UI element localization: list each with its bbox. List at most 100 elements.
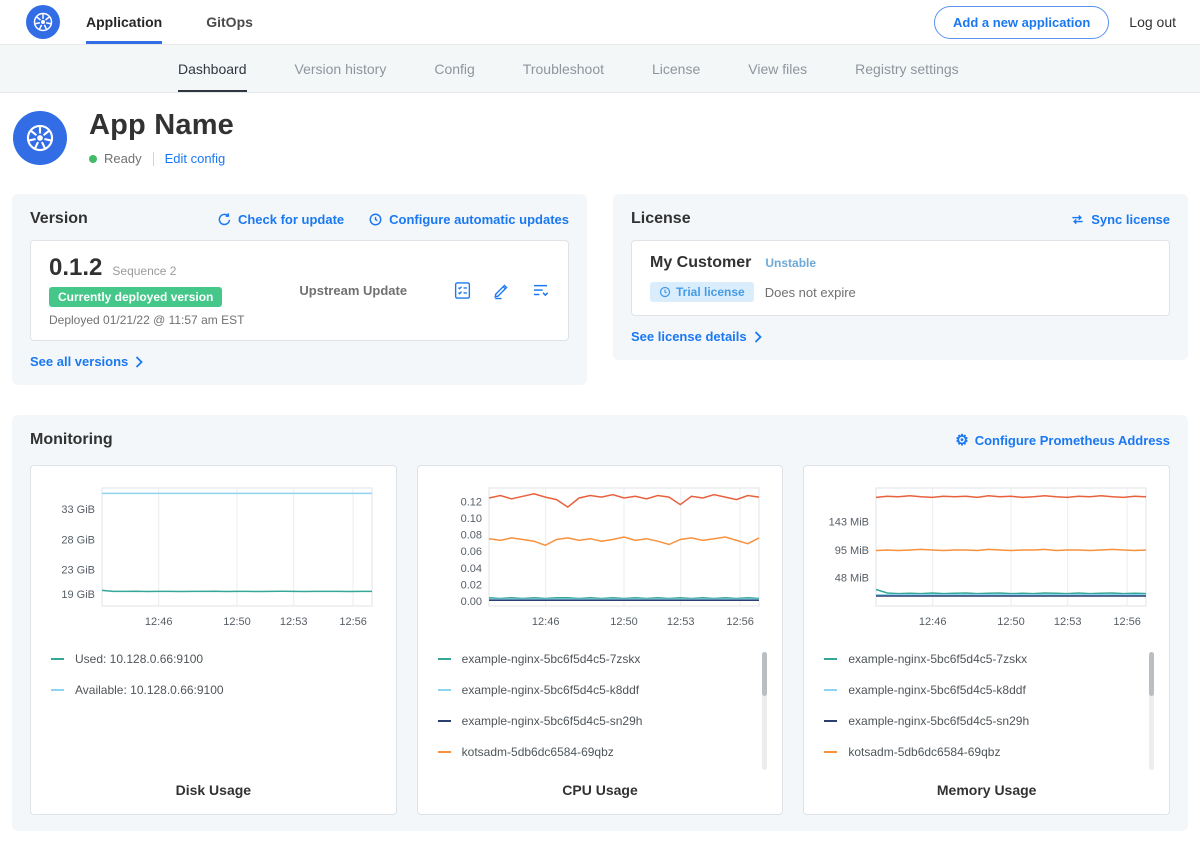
svg-text:12:46: 12:46 — [145, 616, 173, 628]
svg-text:12:53: 12:53 — [280, 616, 308, 628]
cpu-usage-legend: example-nginx-5bc6f5d4c5-7zskxexample-ng… — [438, 652, 757, 759]
legend-label: Available: 10.128.0.66:9100 — [75, 683, 224, 697]
monitoring-card: Monitoring ⚙ Configure Prometheus Addres… — [12, 415, 1188, 831]
svg-text:143 MiB: 143 MiB — [828, 517, 868, 529]
upstream-update-label: Upstream Update — [299, 283, 453, 298]
legend-item: example-nginx-5bc6f5d4c5-sn29h — [824, 714, 1143, 728]
sync-license-link[interactable]: Sync license — [1070, 212, 1170, 227]
customer-name: My Customer — [650, 254, 751, 272]
status-dot-icon — [89, 155, 97, 163]
see-all-versions-link[interactable]: See all versions — [30, 354, 143, 369]
edit-config-link[interactable]: Edit config — [165, 151, 226, 166]
license-card-title: License — [631, 210, 691, 228]
legend-item: example-nginx-5bc6f5d4c5-k8ddf — [438, 683, 757, 697]
legend-item: example-nginx-5bc6f5d4c5-sn29h — [438, 714, 757, 728]
svg-text:12:53: 12:53 — [667, 616, 695, 628]
subnav-tab-troubleshoot[interactable]: Troubleshoot — [523, 45, 604, 92]
license-card: License Sync license My Customer Unstabl… — [613, 194, 1188, 360]
legend-item: Available: 10.128.0.66:9100 — [51, 683, 370, 697]
logout-link[interactable]: Log out — [1129, 14, 1176, 30]
svg-text:19 GiB: 19 GiB — [62, 589, 96, 601]
release-notes-icon[interactable] — [531, 281, 550, 300]
chart-title: Disk Usage — [45, 776, 382, 806]
kubernetes-logo-icon[interactable] — [26, 5, 60, 39]
memory-usage-chart: 12:4612:5012:5312:56143 MiB95 MiB48 MiB — [818, 480, 1155, 638]
version-card: Version Check for update Configure autom… — [12, 194, 587, 385]
chart-title: CPU Usage — [432, 776, 769, 806]
configure-automatic-updates-link[interactable]: Configure automatic updates — [368, 212, 569, 227]
svg-text:28 GiB: 28 GiB — [62, 534, 96, 546]
status-text: Ready — [104, 151, 142, 166]
cpu-usage-chart-card: 12:4612:5012:5312:560.120.100.080.060.04… — [417, 465, 784, 815]
status-divider — [153, 152, 154, 166]
chevron-right-icon — [754, 331, 762, 343]
check-for-update-link[interactable]: Check for update — [217, 212, 344, 227]
legend-item: Used: 10.128.0.66:9100 — [51, 652, 370, 666]
svg-text:23 GiB: 23 GiB — [62, 565, 96, 577]
subnav-tab-registry-settings[interactable]: Registry settings — [855, 45, 958, 92]
trial-license-badge: Trial license — [650, 282, 754, 302]
gear-icon: ⚙ — [955, 433, 968, 448]
legend-scrollbar[interactable] — [1149, 652, 1154, 770]
license-info-box: My Customer Unstable Trial license Does … — [631, 240, 1170, 316]
svg-text:12:56: 12:56 — [726, 616, 754, 628]
legend-item: kotsadm-5db6dc6584-69qbz — [824, 745, 1143, 759]
chevron-right-icon — [135, 356, 143, 368]
memory-usage-legend: example-nginx-5bc6f5d4c5-7zskx example-ng… — [824, 652, 1143, 759]
scrollbar-thumb[interactable] — [762, 652, 767, 696]
svg-text:12:46: 12:46 — [919, 616, 947, 628]
legend-label: example-nginx-5bc6f5d4c5-sn29h — [462, 714, 643, 728]
disk-usage-chart: 12:4612:5012:5312:5633 GiB28 GiB23 GiB19… — [45, 480, 382, 638]
sync-arrows-icon — [1070, 212, 1085, 227]
subnav-tab-license[interactable]: License — [652, 45, 700, 92]
cpu-usage-chart: 12:4612:5012:5312:560.120.100.080.060.04… — [432, 480, 769, 638]
legend-item: kotsadm-5db6dc6584-69qbz — [438, 745, 757, 759]
svg-text:0.04: 0.04 — [461, 563, 482, 575]
svg-text:0.00: 0.00 — [461, 596, 482, 608]
license-expiry: Does not expire — [765, 285, 856, 300]
legend-color-dash-icon — [51, 658, 64, 660]
subnav-tab-config[interactable]: Config — [434, 45, 474, 92]
tab-gitops[interactable]: GitOps — [206, 0, 253, 44]
legend-label: example-nginx-5bc6f5d4c5-k8ddf — [462, 683, 639, 697]
legend-color-dash-icon — [824, 689, 837, 691]
configure-prometheus-link[interactable]: ⚙ Configure Prometheus Address — [955, 433, 1170, 448]
refresh-icon — [217, 212, 232, 227]
add-application-button[interactable]: Add a new application — [934, 6, 1109, 39]
legend-color-dash-icon — [438, 658, 451, 660]
preflight-checklist-icon[interactable] — [453, 281, 472, 300]
clock-icon — [659, 286, 671, 298]
svg-text:95 MiB: 95 MiB — [834, 545, 868, 557]
legend-scrollbar[interactable] — [762, 652, 767, 770]
legend-item: example-nginx-5bc6f5d4c5-7zskx — [824, 652, 1143, 666]
legend-color-dash-icon — [824, 751, 837, 753]
see-license-details-link[interactable]: See license details — [631, 329, 762, 344]
legend-color-dash-icon — [438, 689, 451, 691]
svg-text:12:56: 12:56 — [1113, 616, 1141, 628]
version-number: 0.1.2 — [49, 254, 102, 282]
svg-text:0.08: 0.08 — [461, 530, 482, 542]
disk-usage-chart-card: 12:4612:5012:5312:5633 GiB28 GiB23 GiB19… — [30, 465, 397, 815]
app-subnav: Dashboard Version history Config Trouble… — [0, 45, 1200, 93]
subnav-tab-dashboard[interactable]: Dashboard — [178, 45, 247, 92]
legend-label: example-nginx-5bc6f5d4c5-k8ddf — [848, 683, 1025, 697]
legend-color-dash-icon — [824, 720, 837, 722]
topnav-tabs: Application GitOps — [86, 0, 297, 44]
tab-application[interactable]: Application — [86, 0, 162, 44]
legend-label: kotsadm-5db6dc6584-69qbz — [462, 745, 614, 759]
version-sequence: Sequence 2 — [112, 264, 176, 278]
edit-config-pen-icon[interactable] — [492, 281, 511, 300]
subnav-tab-view-files[interactable]: View files — [748, 45, 807, 92]
scrollbar-thumb[interactable] — [1149, 652, 1154, 696]
app-icon — [13, 111, 67, 165]
app-header: App Name Ready Edit config — [0, 93, 1200, 184]
legend-label: Used: 10.128.0.66:9100 — [75, 652, 203, 666]
svg-text:33 GiB: 33 GiB — [62, 504, 96, 516]
svg-text:12:50: 12:50 — [610, 616, 638, 628]
svg-text:0.02: 0.02 — [461, 579, 482, 591]
subnav-tab-version-history[interactable]: Version history — [295, 45, 387, 92]
monitoring-title: Monitoring — [30, 431, 113, 449]
svg-text:12:50: 12:50 — [997, 616, 1025, 628]
svg-text:12:50: 12:50 — [224, 616, 252, 628]
legend-label: example-nginx-5bc6f5d4c5-sn29h — [848, 714, 1029, 728]
